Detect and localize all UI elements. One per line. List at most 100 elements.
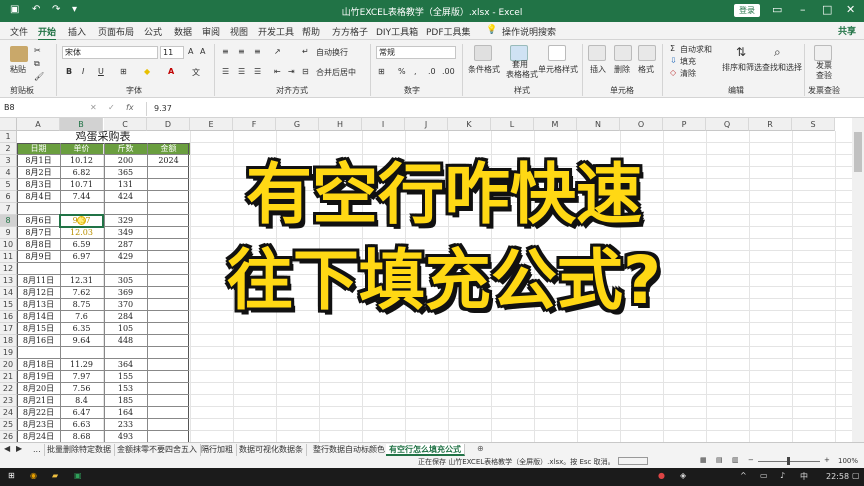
tab-7[interactable]: 视图 [230,25,248,38]
sheet-tab-0[interactable]: ... [30,444,45,456]
insert-cells-button[interactable]: 插入 [590,64,606,75]
table-format-button[interactable]: 套用 表格格式 [506,60,538,80]
column-header-M[interactable]: M [534,118,577,131]
file-explorer-icon[interactable]: ▰ [52,471,58,480]
scrollbar-thumb[interactable] [854,132,862,172]
input-method-icon[interactable]: 中 [800,471,808,482]
align-right-icon[interactable]: ☰ [254,67,261,76]
clear-icon[interactable]: ◇ [670,68,676,77]
row-header-12[interactable]: 12 [0,263,17,275]
underline-icon[interactable]: U [98,67,104,76]
record-icon[interactable]: ● [658,471,665,480]
column-header-E[interactable]: E [190,118,233,131]
chrome-icon[interactable]: ◉ [30,471,37,480]
redo-icon[interactable]: ↷ [52,4,60,15]
sheet-tab-3[interactable]: 隔行加粗 [198,444,237,456]
prev-sheet-icon[interactable]: ◀ [4,444,10,453]
orientation-icon[interactable]: ↗ [274,47,281,56]
cancel-entry-icon[interactable]: ✕ [90,103,97,112]
autosave-icon[interactable]: ▣ [10,4,19,15]
customize-qat-icon[interactable]: ▾ [72,4,77,15]
find-select-button[interactable]: 查找和选择 [762,62,802,73]
zoom-out-icon[interactable]: − [748,456,754,464]
fill-button[interactable]: 填充 [680,56,696,67]
add-sheet-icon[interactable]: ⊕ [477,444,484,453]
insert-function-icon[interactable]: fx [126,103,134,112]
paste-icon[interactable] [10,46,28,62]
merge-icon[interactable]: ⊟ [302,67,309,76]
row-header-20[interactable]: 20 [0,359,17,371]
select-all-corner[interactable] [0,118,17,131]
column-header-D[interactable]: D [147,118,190,131]
row-header-13[interactable]: 13 [0,275,17,287]
conditional-format-icon[interactable] [474,45,492,61]
fill-color-icon[interactable]: ◆ [144,67,150,76]
row-header-14[interactable]: 14 [0,287,17,299]
sort-filter-icon[interactable]: ⇅ [736,45,746,59]
conditional-format-button[interactable]: 条件格式 [468,64,500,75]
notification-icon[interactable]: ▢ [852,471,860,480]
column-header-L[interactable]: L [491,118,534,131]
delete-cells-icon[interactable] [614,45,632,61]
paste-button[interactable]: 粘贴 [10,64,26,75]
tab-3[interactable]: 页面布局 [98,25,134,38]
sheet-tab-4[interactable]: 数据可视化数据条 [236,444,307,456]
ribbon-display-icon[interactable]: ▭ [772,3,782,16]
row-header-21[interactable]: 21 [0,371,17,383]
row-header-19[interactable]: 19 [0,347,17,359]
column-header-R[interactable]: R [749,118,792,131]
row-header-6[interactable]: 6 [0,191,17,203]
zoom-slider-thumb[interactable] [787,457,790,465]
price-cell[interactable]: 8.68 [60,431,103,442]
outdent-icon[interactable]: ⇥ [288,67,295,76]
column-header-K[interactable]: K [448,118,491,131]
row-header-22[interactable]: 22 [0,383,17,395]
minimize-icon[interactable]: – [800,3,806,16]
decrease-decimal-icon[interactable]: .00 [442,67,455,76]
number-format-select[interactable]: 常规 [376,46,456,59]
normal-view-icon[interactable]: ▦ [700,456,707,464]
page-layout-view-icon[interactable]: ▤ [716,456,723,464]
column-header-S[interactable]: S [792,118,835,131]
column-header-N[interactable]: N [577,118,620,131]
column-header-F[interactable]: F [233,118,276,131]
network-icon[interactable]: ▭ [760,471,768,480]
volume-icon[interactable]: ♪ [780,471,785,480]
login-button[interactable]: 登录 [734,4,760,17]
font-size-select[interactable]: 11 [160,46,184,59]
row-header-18[interactable]: 18 [0,335,17,347]
comma-icon[interactable]: , [414,67,417,76]
indent-icon[interactable]: ⇤ [274,67,281,76]
maximize-icon[interactable]: □ [822,3,832,16]
tab-8[interactable]: 开发工具 [258,25,294,38]
tab-4[interactable]: 公式 [144,25,162,38]
sheet-tab-1[interactable]: 批量删除特定数据 [44,444,115,456]
align-left-icon[interactable]: ☰ [222,67,229,76]
tab-2[interactable]: 插入 [68,25,86,38]
column-header-O[interactable]: O [620,118,663,131]
tab-11[interactable]: DIY工具箱 [376,25,418,38]
name-box[interactable]: B8 [2,102,72,115]
font-name-select[interactable]: 宋体 [62,46,158,59]
tab-0[interactable]: 文件 [10,25,28,38]
invoice-check-icon[interactable] [814,45,832,61]
sheet-tab-5[interactable]: 整行数据自动标颜色 [310,444,389,456]
row-header-10[interactable]: 10 [0,239,17,251]
insert-cells-icon[interactable] [588,45,606,61]
excel-taskbar-icon[interactable]: ▣ [74,471,82,480]
sheet-tab-2[interactable]: 金额抹零不要四舍五入 [114,444,201,456]
cell-style-icon[interactable] [548,45,566,61]
column-header-P[interactable]: P [663,118,706,131]
share-button[interactable]: 共享 [838,24,856,37]
border-icon[interactable]: ⊞ [120,67,127,76]
next-sheet-icon[interactable]: ▶ [16,444,22,453]
column-header-B[interactable]: B [60,118,103,131]
wrap-text-button[interactable]: 自动换行 [316,47,348,58]
vertical-scrollbar[interactable] [852,118,864,442]
tab-9[interactable]: 帮助 [302,25,320,38]
cut-icon[interactable]: ✂ [34,46,41,55]
align-center-icon[interactable]: ☰ [238,67,245,76]
row-header-5[interactable]: 5 [0,179,17,191]
currency-icon[interactable]: ⊞ [378,67,385,76]
show-hidden-icons-icon[interactable]: ^ [740,471,747,480]
